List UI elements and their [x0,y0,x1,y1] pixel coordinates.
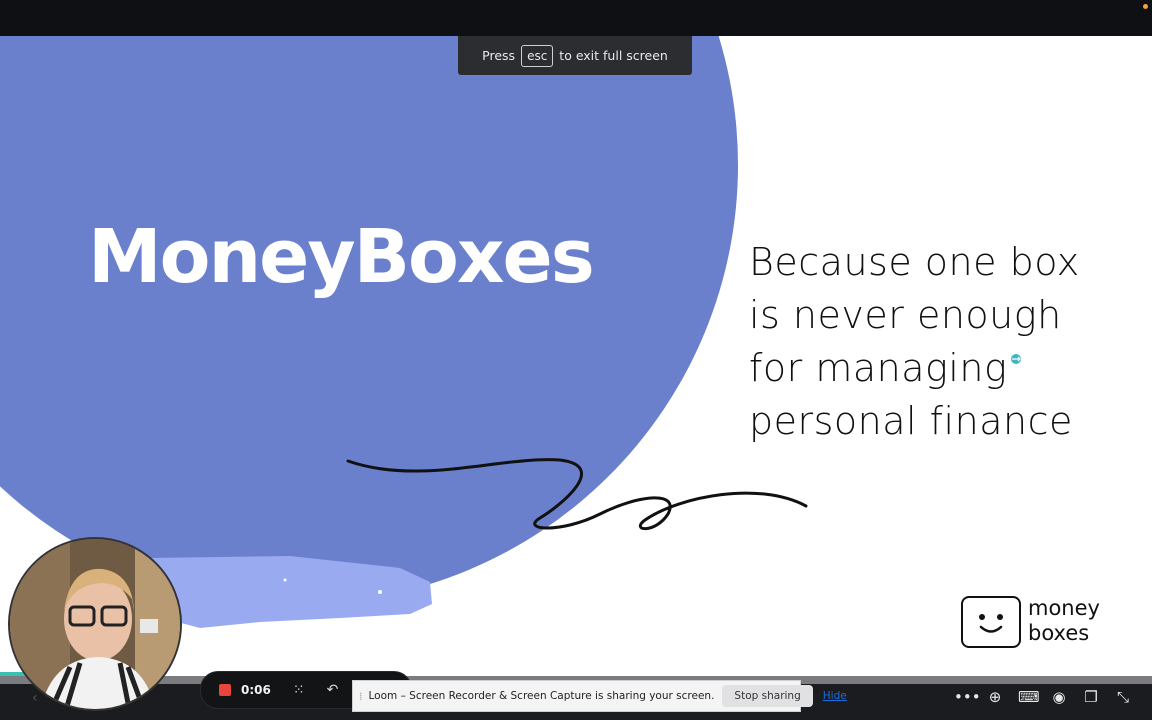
zoom-icon[interactable]: ⊕ [986,688,1004,706]
esc-key: esc [521,44,554,67]
fullscreen-hint: Press esc to exit full screen [458,36,692,75]
logo-line: money [1028,596,1100,620]
share-message: Loom – Screen Recorder & Screen Capture … [368,690,715,702]
screen-share-banner: ⁞ Loom – Screen Recorder & Screen Captur… [352,680,847,712]
stop-sharing-button[interactable]: Stop sharing [722,685,813,707]
logo-text: money boxes [1028,596,1100,646]
hint-text-after: to exit full screen [559,48,668,63]
hint-text-before: Press [482,48,516,63]
logo-line: boxes [1028,621,1090,645]
exit-fullscreen-icon[interactable]: ⤡ [1114,688,1132,706]
recording-time: 0:06 [241,683,271,697]
undo-icon[interactable]: ↶ [327,682,339,698]
more-icon[interactable]: ••• [954,688,981,706]
grid-icon[interactable]: ⁙ [293,682,305,698]
drag-handle-icon[interactable]: ⁞ [359,690,363,703]
logo-icon [961,596,1021,648]
brush-stroke-decoration [140,556,432,628]
hide-link[interactable]: Hide [823,690,847,702]
broadcast-icon[interactable]: ◉ [1050,688,1068,706]
windows-icon[interactable]: ❐ [1082,688,1100,706]
keyboard-icon[interactable]: ⌨ [1018,688,1040,706]
chevron-left-icon[interactable]: ‹ [32,690,38,706]
toolbar-icons: ••• ⊕ ⌨ ◉ ❐ ⤡ [954,688,1132,706]
presentation-slide: MoneyBoxes Because one box is never enou… [0,36,1152,676]
cursor-icon [1011,354,1021,364]
top-bar [0,0,1152,36]
stop-recording-button[interactable] [219,684,231,696]
status-dot [1143,4,1148,9]
webcam-bubble[interactable] [8,537,182,711]
